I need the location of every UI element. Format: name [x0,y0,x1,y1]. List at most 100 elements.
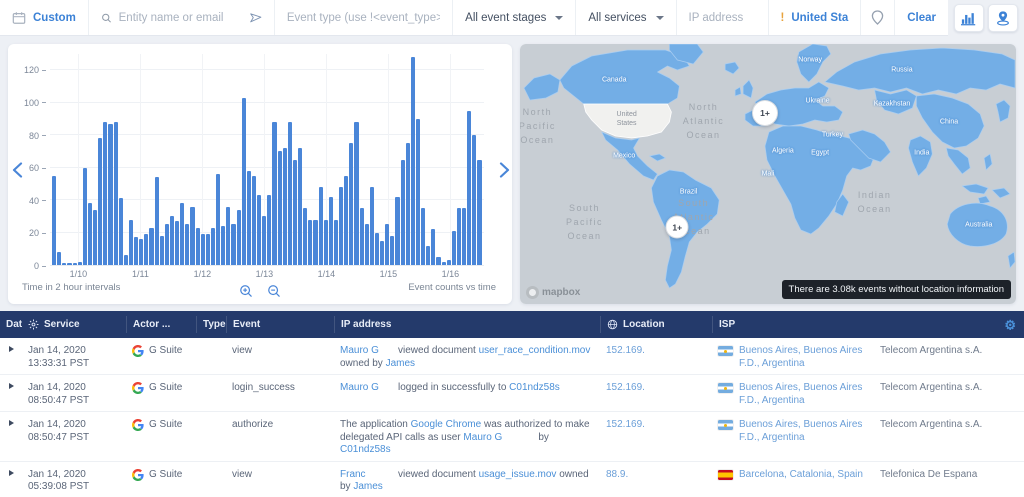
date-range-button[interactable]: Custom [0,0,89,35]
histogram-bar[interactable] [252,176,256,265]
row-expand-button[interactable] [0,375,22,393]
histogram-bar[interactable] [457,208,461,265]
location-link[interactable]: Buenos Aires, Buenos Aires F.D., Argenti… [739,382,868,407]
histogram-bar[interactable] [129,220,133,265]
histogram-bar[interactable] [124,255,128,265]
histogram-bar[interactable] [319,187,323,265]
table-row[interactable]: Jan 14, 2020 08:50:47 PSTG Suiteauthoriz… [0,412,1024,462]
chart-view-button[interactable] [954,4,984,32]
histogram-bar[interactable] [237,210,241,265]
histogram-bar[interactable] [436,257,440,265]
column-header-location[interactable]: Location [600,316,712,333]
row-expand-button[interactable] [0,338,22,356]
histogram-bar[interactable] [216,174,220,265]
histogram-bar[interactable] [165,224,169,265]
histogram-bar[interactable] [93,210,97,265]
zoom-out-icon[interactable] [267,284,281,298]
table-row[interactable]: Jan 14, 2020 05:39:08 PSTG SuiteviewFran… [0,462,1024,497]
histogram-bar[interactable] [467,111,471,265]
histogram-bar[interactable] [201,234,205,265]
histogram-bar[interactable] [334,220,338,265]
actor-link[interactable]: Franc [340,469,398,482]
histogram-bar[interactable] [267,195,271,265]
send-icon[interactable] [250,11,262,24]
histogram-bar[interactable] [365,224,369,265]
services-dropdown[interactable]: All services [576,0,676,35]
entity-link[interactable]: James [386,358,415,369]
histogram-bar[interactable] [119,198,123,265]
histogram-bar[interactable] [313,220,317,265]
column-header-isp[interactable]: ISP [712,316,874,333]
location-link[interactable]: Buenos Aires, Buenos Aires F.D., Argenti… [739,419,868,444]
ip-address-input[interactable] [689,12,756,24]
histogram-bar[interactable] [452,231,456,265]
events-map-panel[interactable]: North Pacific OceanNorth Atlantic OceanS… [520,44,1016,304]
histogram-bar[interactable] [206,234,210,265]
cell-ip-address[interactable]: 152.169. [600,412,712,436]
chart-next-button[interactable] [499,162,510,181]
row-expand-button[interactable] [0,412,22,430]
histogram-bar[interactable] [401,160,405,266]
column-header-actor[interactable]: Actor ... [126,316,196,333]
histogram-bar[interactable] [349,143,353,265]
mapbox-attribution[interactable]: mapbox [526,286,580,299]
table-row[interactable]: Jan 14, 2020 13:33:31 PSTG SuiteviewMaur… [0,338,1024,375]
histogram-bar[interactable] [134,237,138,265]
histogram-bar[interactable] [344,176,348,265]
histogram-bar[interactable] [67,263,71,265]
chart-prev-button[interactable] [12,162,23,181]
column-header-event[interactable]: Event [226,316,334,333]
cell-ip-address[interactable]: 152.169. [600,338,712,362]
histogram-bar[interactable] [288,122,292,265]
table-row[interactable]: Jan 14, 2020 08:50:47 PSTG Suitelogin_su… [0,375,1024,412]
histogram-bar[interactable] [442,262,446,265]
histogram-bar[interactable] [190,207,194,265]
histogram-bar[interactable] [257,195,261,265]
histogram-bar[interactable] [98,138,102,265]
entity-link[interactable]: C01ndz58s [340,444,391,455]
histogram-bar[interactable] [226,207,230,265]
histogram-bar[interactable] [78,262,82,265]
histogram-bar[interactable] [329,197,333,265]
histogram-bar[interactable] [262,216,266,265]
entity-search-input[interactable] [119,12,244,24]
histogram-bar[interactable] [175,221,179,265]
histogram-bar[interactable] [283,148,287,265]
entity-link[interactable]: Mauro G [463,432,502,443]
histogram-bar[interactable] [324,220,328,265]
location-link[interactable]: Barcelona, Catalonia, Spain [739,469,863,482]
histogram-bar[interactable] [221,226,225,265]
histogram-bar[interactable] [360,208,364,265]
actor-link[interactable]: Mauro G [340,345,398,358]
map-view-button[interactable] [988,4,1018,32]
histogram-bar[interactable] [278,151,282,265]
histogram-bar[interactable] [426,246,430,265]
histogram-bar[interactable] [406,143,410,265]
histogram-bar[interactable] [83,168,87,265]
column-header-type[interactable]: Type [196,316,226,333]
entity-link[interactable]: usage_issue.mov [479,469,557,480]
row-expand-button[interactable] [0,462,22,480]
cell-ip-address[interactable]: 88.9. [600,462,712,486]
histogram-bar[interactable] [385,224,389,265]
entity-link[interactable]: C01ndz58s [509,382,560,393]
event-cluster-bubble[interactable]: 1+ [666,216,689,239]
histogram-bar[interactable] [103,122,107,265]
histogram-bar[interactable] [370,187,374,265]
event-cluster-bubble[interactable]: 1+ [752,100,778,126]
histogram-bar[interactable] [108,124,112,265]
country-filter-chip[interactable]: ! United Sta [769,0,862,35]
histogram-bar[interactable] [472,135,476,265]
actor-link[interactable]: Mauro G [340,382,398,395]
histogram-bar[interactable] [272,122,276,265]
histogram-bar[interactable] [354,122,358,265]
entity-link[interactable]: Google Chrome [411,419,482,430]
histogram-bar[interactable] [139,239,143,265]
histogram-bar[interactable] [170,216,174,265]
histogram-bar[interactable] [411,57,415,265]
event-type-input[interactable] [287,12,440,24]
histogram-bar[interactable] [477,160,481,266]
histogram-bar[interactable] [160,236,164,265]
cell-ip-address[interactable]: 152.169. [600,375,712,399]
histogram-bar[interactable] [52,176,56,265]
